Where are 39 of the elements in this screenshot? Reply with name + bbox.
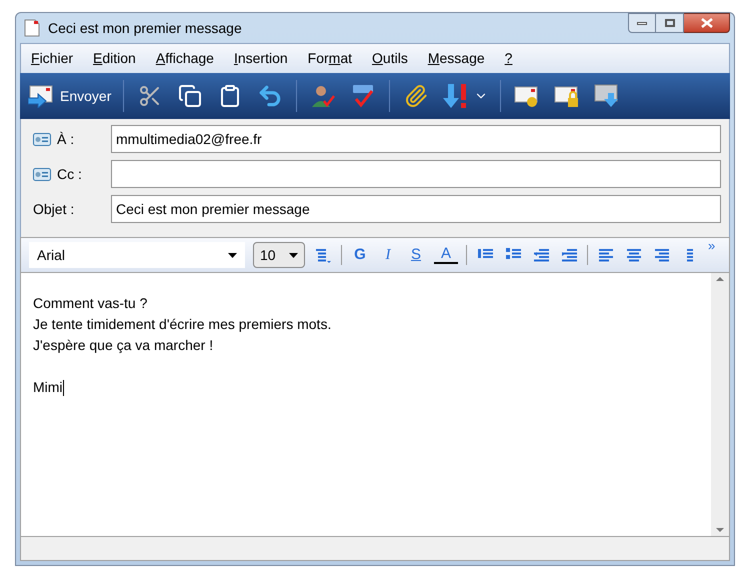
send-button[interactable]: Envoyer — [28, 78, 116, 114]
window-title: Ceci est mon premier message — [48, 18, 242, 38]
field-label: Cc : — [57, 164, 82, 184]
contact-card-icon — [33, 132, 51, 146]
bold-button[interactable]: G — [350, 244, 370, 266]
underline-button[interactable]: S — [406, 244, 426, 266]
body-line: J'espère que ça va marcher ! — [33, 336, 214, 355]
font-dropdown[interactable]: Arial — [29, 242, 245, 268]
menu-item[interactable]: ? — [504, 48, 512, 69]
close-button[interactable] — [684, 13, 730, 33]
caret-icon — [289, 252, 298, 258]
maximize-button[interactable] — [656, 13, 684, 33]
menu-item[interactable]: Fichier — [31, 48, 74, 69]
menu-item[interactable]: Affichage — [156, 48, 214, 69]
text-color-button[interactable]: A — [434, 246, 458, 264]
field-label: À : — [57, 130, 74, 148]
document-icon — [24, 19, 40, 37]
vertical-scrollbar[interactable] — [711, 273, 729, 536]
body-line: Comment vas-tu ? — [33, 294, 148, 313]
menu-item[interactable]: Format — [308, 48, 352, 69]
header-field[interactable]: Ceci est mon premier message — [111, 195, 721, 223]
minimize-button[interactable] — [628, 13, 656, 33]
size-dropdown[interactable]: 10 — [253, 242, 305, 268]
menu-item[interactable]: Message — [428, 48, 485, 69]
scroll-down-icon[interactable] — [716, 528, 724, 532]
field-label: Objet : — [33, 200, 74, 219]
body-line: Mimi — [33, 378, 64, 398]
header-field[interactable] — [111, 160, 721, 188]
close-icon — [700, 18, 712, 28]
contact-card-icon — [33, 168, 51, 180]
more-button[interactable]: » — [708, 238, 716, 254]
menu-item[interactable]: Insertion — [234, 48, 288, 69]
body-line: Je tente timidement d'écrire mes premiers mots. — [33, 315, 332, 334]
menu-item[interactable]: Edition — [93, 48, 136, 69]
italic-button[interactable]: I — [378, 244, 398, 266]
scroll-up-icon[interactable] — [716, 277, 724, 281]
caret-icon — [228, 252, 237, 258]
header-field[interactable]: mmultimedia02@free.fr — [111, 125, 721, 153]
menu-item[interactable]: Outils — [372, 48, 408, 69]
